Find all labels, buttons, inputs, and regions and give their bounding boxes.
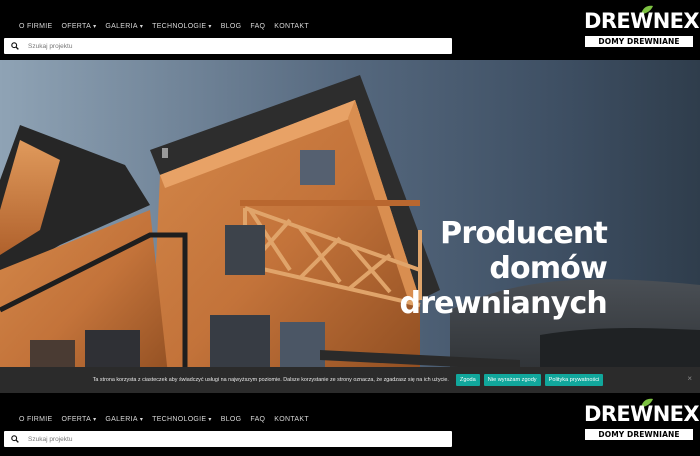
cookie-banner: Ta strona korzysta z ciasteczek aby świa…	[0, 367, 700, 393]
nav-label: OFERTA	[61, 23, 92, 30]
close-icon[interactable]: ×	[687, 375, 692, 383]
logo[interactable]: DREWNEX DOMY DREWNIANE	[584, 5, 700, 49]
nav-label: KONTAKT	[274, 23, 309, 30]
nav-item-o-firmie[interactable]: O FIRMIE	[19, 416, 53, 423]
chevron-down-icon: ▾	[139, 23, 144, 30]
nav-item-technologie[interactable]: TECHNOLOGIE ▾	[152, 23, 212, 30]
nav-label: O FIRMIE	[19, 23, 53, 30]
nav-label: GALERIA	[105, 23, 138, 30]
chevron-down-icon: ▾	[93, 416, 97, 423]
nav-label: FAQ	[250, 416, 266, 423]
nav-item-faq[interactable]: FAQ	[250, 416, 265, 423]
nav-label: BLOG	[220, 416, 242, 423]
sticky-nav: O FIRMIE OFERTA ▾ GALERIA ▾ TECHNOLOGIE ▾ B…	[19, 416, 309, 423]
nav-item-oferta[interactable]: OFERTA ▾	[62, 416, 97, 423]
privacy-policy-button[interactable]: Polityka prywatności	[544, 374, 604, 386]
search-bar	[4, 431, 452, 447]
nav-label: BLOG	[220, 23, 242, 30]
chevron-down-icon: ▾	[93, 23, 97, 30]
nav-item-kontakt[interactable]: KONTAKT	[274, 416, 309, 423]
main-nav: O FIRMIE OFERTA ▾ GALERIA ▾ TECHNOLOGIE ▾ B…	[19, 23, 309, 30]
nav-label: GALERIA	[105, 416, 138, 423]
search-bar	[4, 38, 452, 54]
logo[interactable]: DREWNEX DOMY DREWNIANE	[584, 398, 700, 442]
chevron-down-icon: ▾	[208, 416, 212, 423]
logo-subtitle: DOMY DREWNIANE	[585, 36, 693, 47]
cookie-message: Ta strona korzysta z ciasteczek aby świa…	[92, 377, 449, 383]
logo-text: DREWNEX	[584, 402, 700, 426]
hero-headline: Producent domów drewnianych	[399, 216, 608, 321]
nav-item-o-firmie[interactable]: O FIRMIE	[19, 23, 53, 30]
search-icon[interactable]	[11, 42, 19, 50]
nav-item-oferta[interactable]: OFERTA ▾	[62, 23, 97, 30]
nav-label: TECHNOLOGIE	[152, 23, 207, 30]
search-input[interactable]	[28, 42, 428, 50]
nav-item-blog[interactable]: BLOG	[221, 23, 242, 30]
chevron-down-icon: ▾	[208, 23, 212, 30]
headline-line: drewnianych	[399, 286, 608, 321]
headline-line: Producent	[440, 216, 608, 251]
nav-item-technologie[interactable]: TECHNOLOGIE ▾	[152, 416, 212, 423]
sticky-header: O FIRMIE OFERTA ▾ GALERIA ▾ TECHNOLOGIE ▾ B…	[0, 393, 700, 456]
search-icon[interactable]	[11, 435, 19, 443]
nav-item-faq[interactable]: FAQ	[250, 23, 265, 30]
nav-item-kontakt[interactable]: KONTAKT	[274, 23, 309, 30]
chevron-down-icon: ▾	[139, 416, 144, 423]
nav-item-galeria[interactable]: GALERIA ▾	[105, 23, 143, 30]
nav-label: TECHNOLOGIE	[152, 416, 207, 423]
nav-label: FAQ	[250, 23, 266, 30]
logo-subtitle: DOMY DREWNIANE	[585, 429, 693, 440]
page: O FIRMIE OFERTA ▾ GALERIA ▾ TECHNOLOGIE ▾ B…	[0, 0, 700, 456]
search-input[interactable]	[28, 435, 428, 443]
cookie-reject-button[interactable]: Nie wyrażam zgody	[483, 374, 541, 386]
nav-item-galeria[interactable]: GALERIA ▾	[105, 416, 143, 423]
nav-label: OFERTA	[61, 416, 92, 423]
hero-banner: Producent domów drewnianych	[0, 60, 700, 393]
cookie-accept-button[interactable]: Zgoda	[455, 374, 480, 386]
header: O FIRMIE OFERTA ▾ GALERIA ▾ TECHNOLOGIE ▾ B…	[0, 0, 700, 60]
logo-text: DREWNEX	[584, 9, 700, 33]
nav-label: KONTAKT	[274, 416, 309, 423]
nav-item-blog[interactable]: BLOG	[221, 416, 242, 423]
headline-line: domów	[489, 251, 607, 286]
nav-label: O FIRMIE	[19, 416, 53, 423]
